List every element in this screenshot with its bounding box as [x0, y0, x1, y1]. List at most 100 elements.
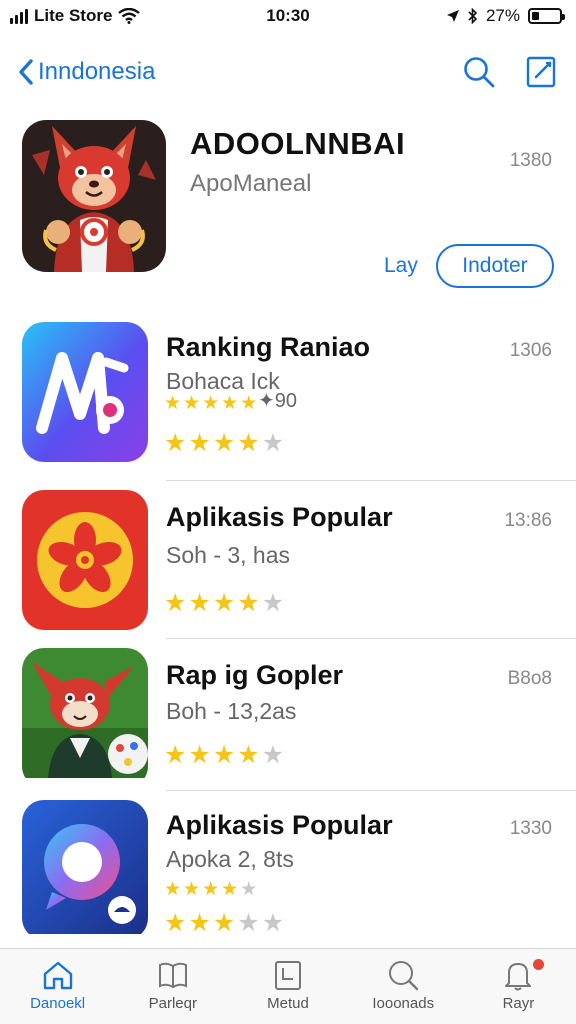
star-icon: ★ [164, 393, 182, 414]
tab-label: Rayr [502, 995, 535, 1012]
app-3-icon [22, 648, 148, 788]
divider [166, 638, 576, 639]
star-icon: ★ [202, 393, 220, 414]
app-2-subtitle: Soh - 3, has [166, 542, 291, 568]
featured-app-icon [22, 120, 166, 272]
app-2-rating: ★ ★ ★ ★ ★ [164, 590, 284, 616]
featured-app-title: ADOOLNNBAI [190, 126, 406, 161]
star-icon: ★ [188, 429, 211, 457]
star-icon: ★ [188, 741, 211, 769]
star-icon: ★ [183, 393, 201, 414]
bell-icon [505, 963, 532, 991]
featured-link-button[interactable]: Lay [384, 254, 418, 278]
star-icon: ★ [164, 589, 187, 617]
star-icon: ★ [212, 589, 236, 617]
app-row-1[interactable]: Ranking Raniao Bohaca Ick ✦90 1306 ★ ★ ★ ★ ★… [22, 322, 558, 472]
tab-label: Parleqr [148, 995, 197, 1012]
app-4-rating-top: ★ ★ ★ ★ ★ [164, 880, 257, 900]
star-icon: ★ [164, 429, 187, 457]
battery-icon [528, 8, 565, 24]
search-icon[interactable] [462, 55, 496, 89]
star-icon: ★ [237, 429, 260, 457]
tab-bar: Danoekl Parleqr Metud Iooonads Rayr [0, 948, 576, 1024]
star-icon: ★ [212, 741, 236, 769]
back-label: Inndonesia [38, 58, 156, 85]
featured-get-button[interactable]: Indoter [436, 244, 554, 288]
back-button[interactable]: Inndonesia [18, 58, 155, 86]
star-icon: ★ [237, 589, 260, 617]
chevron-left-icon [19, 59, 33, 85]
star-icon: ★ [261, 741, 285, 769]
app-1-title: Ranking Raniao [166, 332, 371, 362]
star-icon: ★ [202, 879, 220, 900]
star-icon: ★ [212, 429, 236, 457]
app-1-extra: ✦90 [258, 390, 298, 412]
divider [166, 480, 576, 481]
tab-document[interactable]: Metud [230, 949, 345, 1024]
location-icon [446, 10, 459, 22]
app-row-2[interactable]: Aplikasis Popular Soh - 3, has 13:86 ★ ★ ★… [22, 490, 558, 640]
app-2-icon [22, 490, 148, 630]
app-1-size: 1306 [509, 340, 552, 361]
nav-bar: Inndonesia [0, 48, 576, 96]
home-icon [43, 961, 72, 990]
featured-app-size: 1380 [509, 150, 552, 171]
carrier-label: Lite Store [34, 6, 113, 25]
book-icon [158, 962, 187, 989]
star-icon: ★ [164, 879, 182, 900]
app-2-size: 13:86 [504, 510, 552, 531]
app-3-title: Rap ig Gopler [166, 660, 344, 690]
app-2-title: Aplikasis Popular [166, 502, 393, 532]
notification-badge [533, 959, 545, 970]
star-icon: ★ [261, 589, 285, 617]
compose-icon[interactable] [526, 55, 558, 89]
star-icon: ★ [183, 879, 201, 900]
star-icon: ★ [221, 879, 239, 900]
star-icon: ★ [237, 909, 260, 937]
tab-search[interactable]: Iooonads [346, 949, 461, 1024]
search-icon [389, 961, 419, 991]
featured-app[interactable]: ADOOLNNBAI ApoManeal 1380 Lay Indoter [22, 120, 558, 288]
star-icon: ★ [188, 909, 211, 937]
star-icon: ★ [212, 909, 236, 937]
app-4-subtitle: Apoka 2, 8ts [166, 846, 294, 872]
app-4-rating: ★ ★ ★ ★ ★ [164, 910, 284, 936]
star-icon: ★ [240, 393, 258, 414]
battery-level [532, 12, 540, 20]
battery-percent: 27% [485, 6, 520, 25]
signal-icon [10, 8, 28, 24]
star-icon: ★ [221, 393, 239, 414]
tab-label: Danoekl [30, 995, 86, 1012]
tab-label: Metud [267, 995, 309, 1012]
nav-actions [462, 55, 558, 89]
status-right: 27% [446, 6, 565, 26]
star-icon: ★ [237, 741, 260, 769]
app-1-icon [22, 322, 148, 462]
app-3-size: B8o8 [507, 668, 552, 689]
star-icon: ★ [261, 909, 285, 937]
tab-book[interactable]: Parleqr [115, 949, 230, 1024]
star-icon: ★ [240, 879, 258, 900]
app-row-4[interactable]: Aplikasis Popular Apoka 2, 8ts 1330 ★ ★ ★ ★… [22, 800, 558, 950]
divider [166, 790, 576, 791]
tab-label: Iooonads [372, 995, 435, 1012]
app-4-title: Aplikasis Popular [166, 810, 393, 840]
tab-home[interactable]: Danoekl [0, 949, 115, 1024]
star-icon: ★ [164, 741, 187, 769]
star-icon: ★ [164, 909, 187, 937]
app-1-rating-top: ★ ★ ★ ★ ★ [164, 394, 257, 414]
star-icon: ★ [261, 429, 285, 457]
status-left: Lite Store [10, 6, 141, 26]
status-bar: Lite Store 10:30 27% [0, 0, 576, 32]
bluetooth-icon [468, 8, 478, 24]
app-4-icon [22, 800, 148, 940]
document-icon [275, 961, 301, 990]
tab-notifications[interactable]: Rayr [461, 949, 576, 1024]
star-icon: ★ [188, 589, 211, 617]
wifi-icon [118, 8, 141, 24]
featured-app-subtitle: ApoManeal [190, 170, 312, 197]
app-1-rating: ★ ★ ★ ★ ★ [164, 430, 284, 456]
app-4-size: 1330 [509, 818, 552, 839]
app-row-3[interactable]: Rap ig Gopler Boh - 13,2as B8o8 ★ ★ ★ ★ ★ [22, 648, 558, 798]
app-3-subtitle: Boh - 13,2as [166, 698, 297, 724]
